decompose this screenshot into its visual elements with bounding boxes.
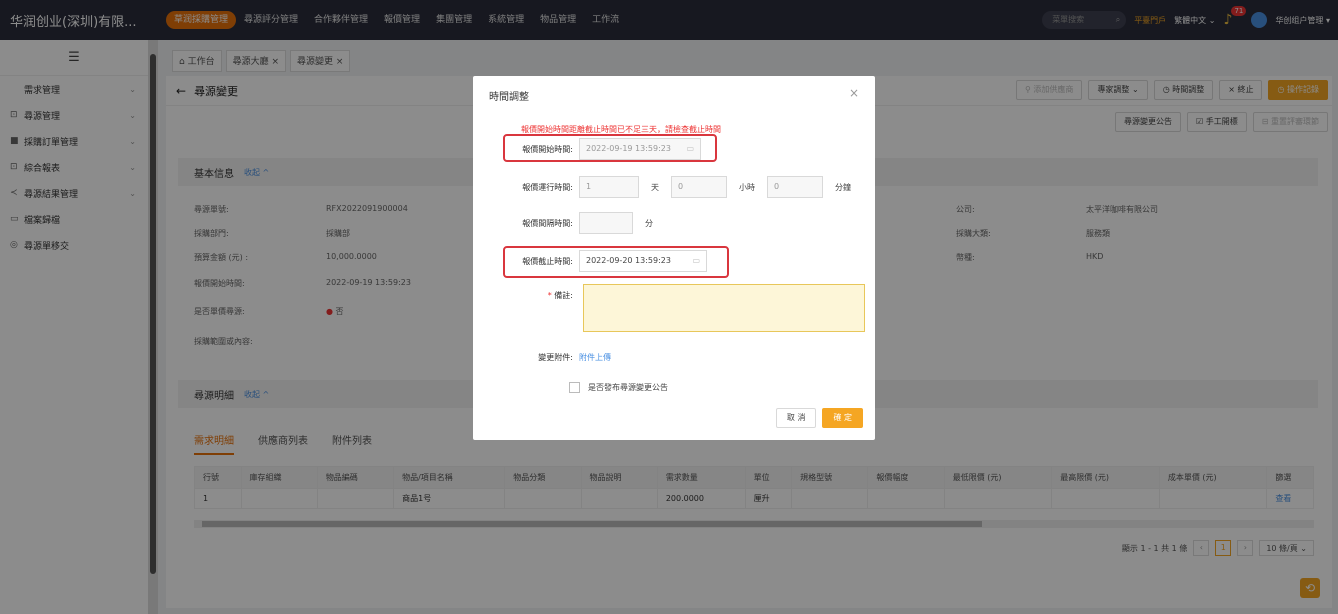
interval-row: 報價間隔時間: 分 (473, 212, 875, 234)
duration-row: 報價運行時間: 1 天 0 小時 0 分鐘 (473, 176, 875, 198)
dialog-buttons: 取 消 確 定 (775, 408, 863, 428)
publish-notice-checkbox[interactable] (569, 382, 580, 393)
unit-label: 天 (651, 182, 659, 192)
interval-input[interactable] (579, 212, 633, 234)
time-adjust-dialog: 時間調整 × 報價開始時間距離截止時間已不足三天，請檢查截止時間 報價開始時間:… (473, 76, 875, 440)
field-label: * 備註: (473, 290, 579, 301)
publish-notice-label: 是否發布尋源變更公告 (588, 383, 668, 392)
publish-notice-row: 是否發布尋源變更公告 (569, 382, 668, 393)
field-label: 報價運行時間: (522, 182, 573, 192)
required-marker: * (547, 290, 552, 300)
unit-label: 分 (645, 218, 653, 228)
unit-label: 分鐘 (835, 182, 851, 192)
remark-textarea[interactable] (583, 284, 865, 332)
upload-attachment-link[interactable]: 附件上傳 (579, 352, 611, 363)
close-icon[interactable]: × (849, 86, 859, 100)
highlight-box (503, 134, 717, 162)
field-label: 報價間隔時間: (522, 218, 573, 228)
hours-input[interactable]: 0 (671, 176, 727, 198)
highlight-box (503, 246, 729, 278)
remark-label: 備註: (554, 290, 573, 300)
attachment-row: 變更附件: 附件上傳 (473, 346, 875, 368)
dialog-title: 時間調整 (489, 92, 529, 103)
unit-label: 小時 (739, 182, 755, 192)
minutes-input[interactable]: 0 (767, 176, 823, 198)
field-label: 變更附件: (538, 352, 573, 362)
days-input[interactable]: 1 (579, 176, 639, 198)
cancel-button[interactable]: 取 消 (775, 408, 817, 428)
confirm-button[interactable]: 確 定 (822, 408, 863, 428)
